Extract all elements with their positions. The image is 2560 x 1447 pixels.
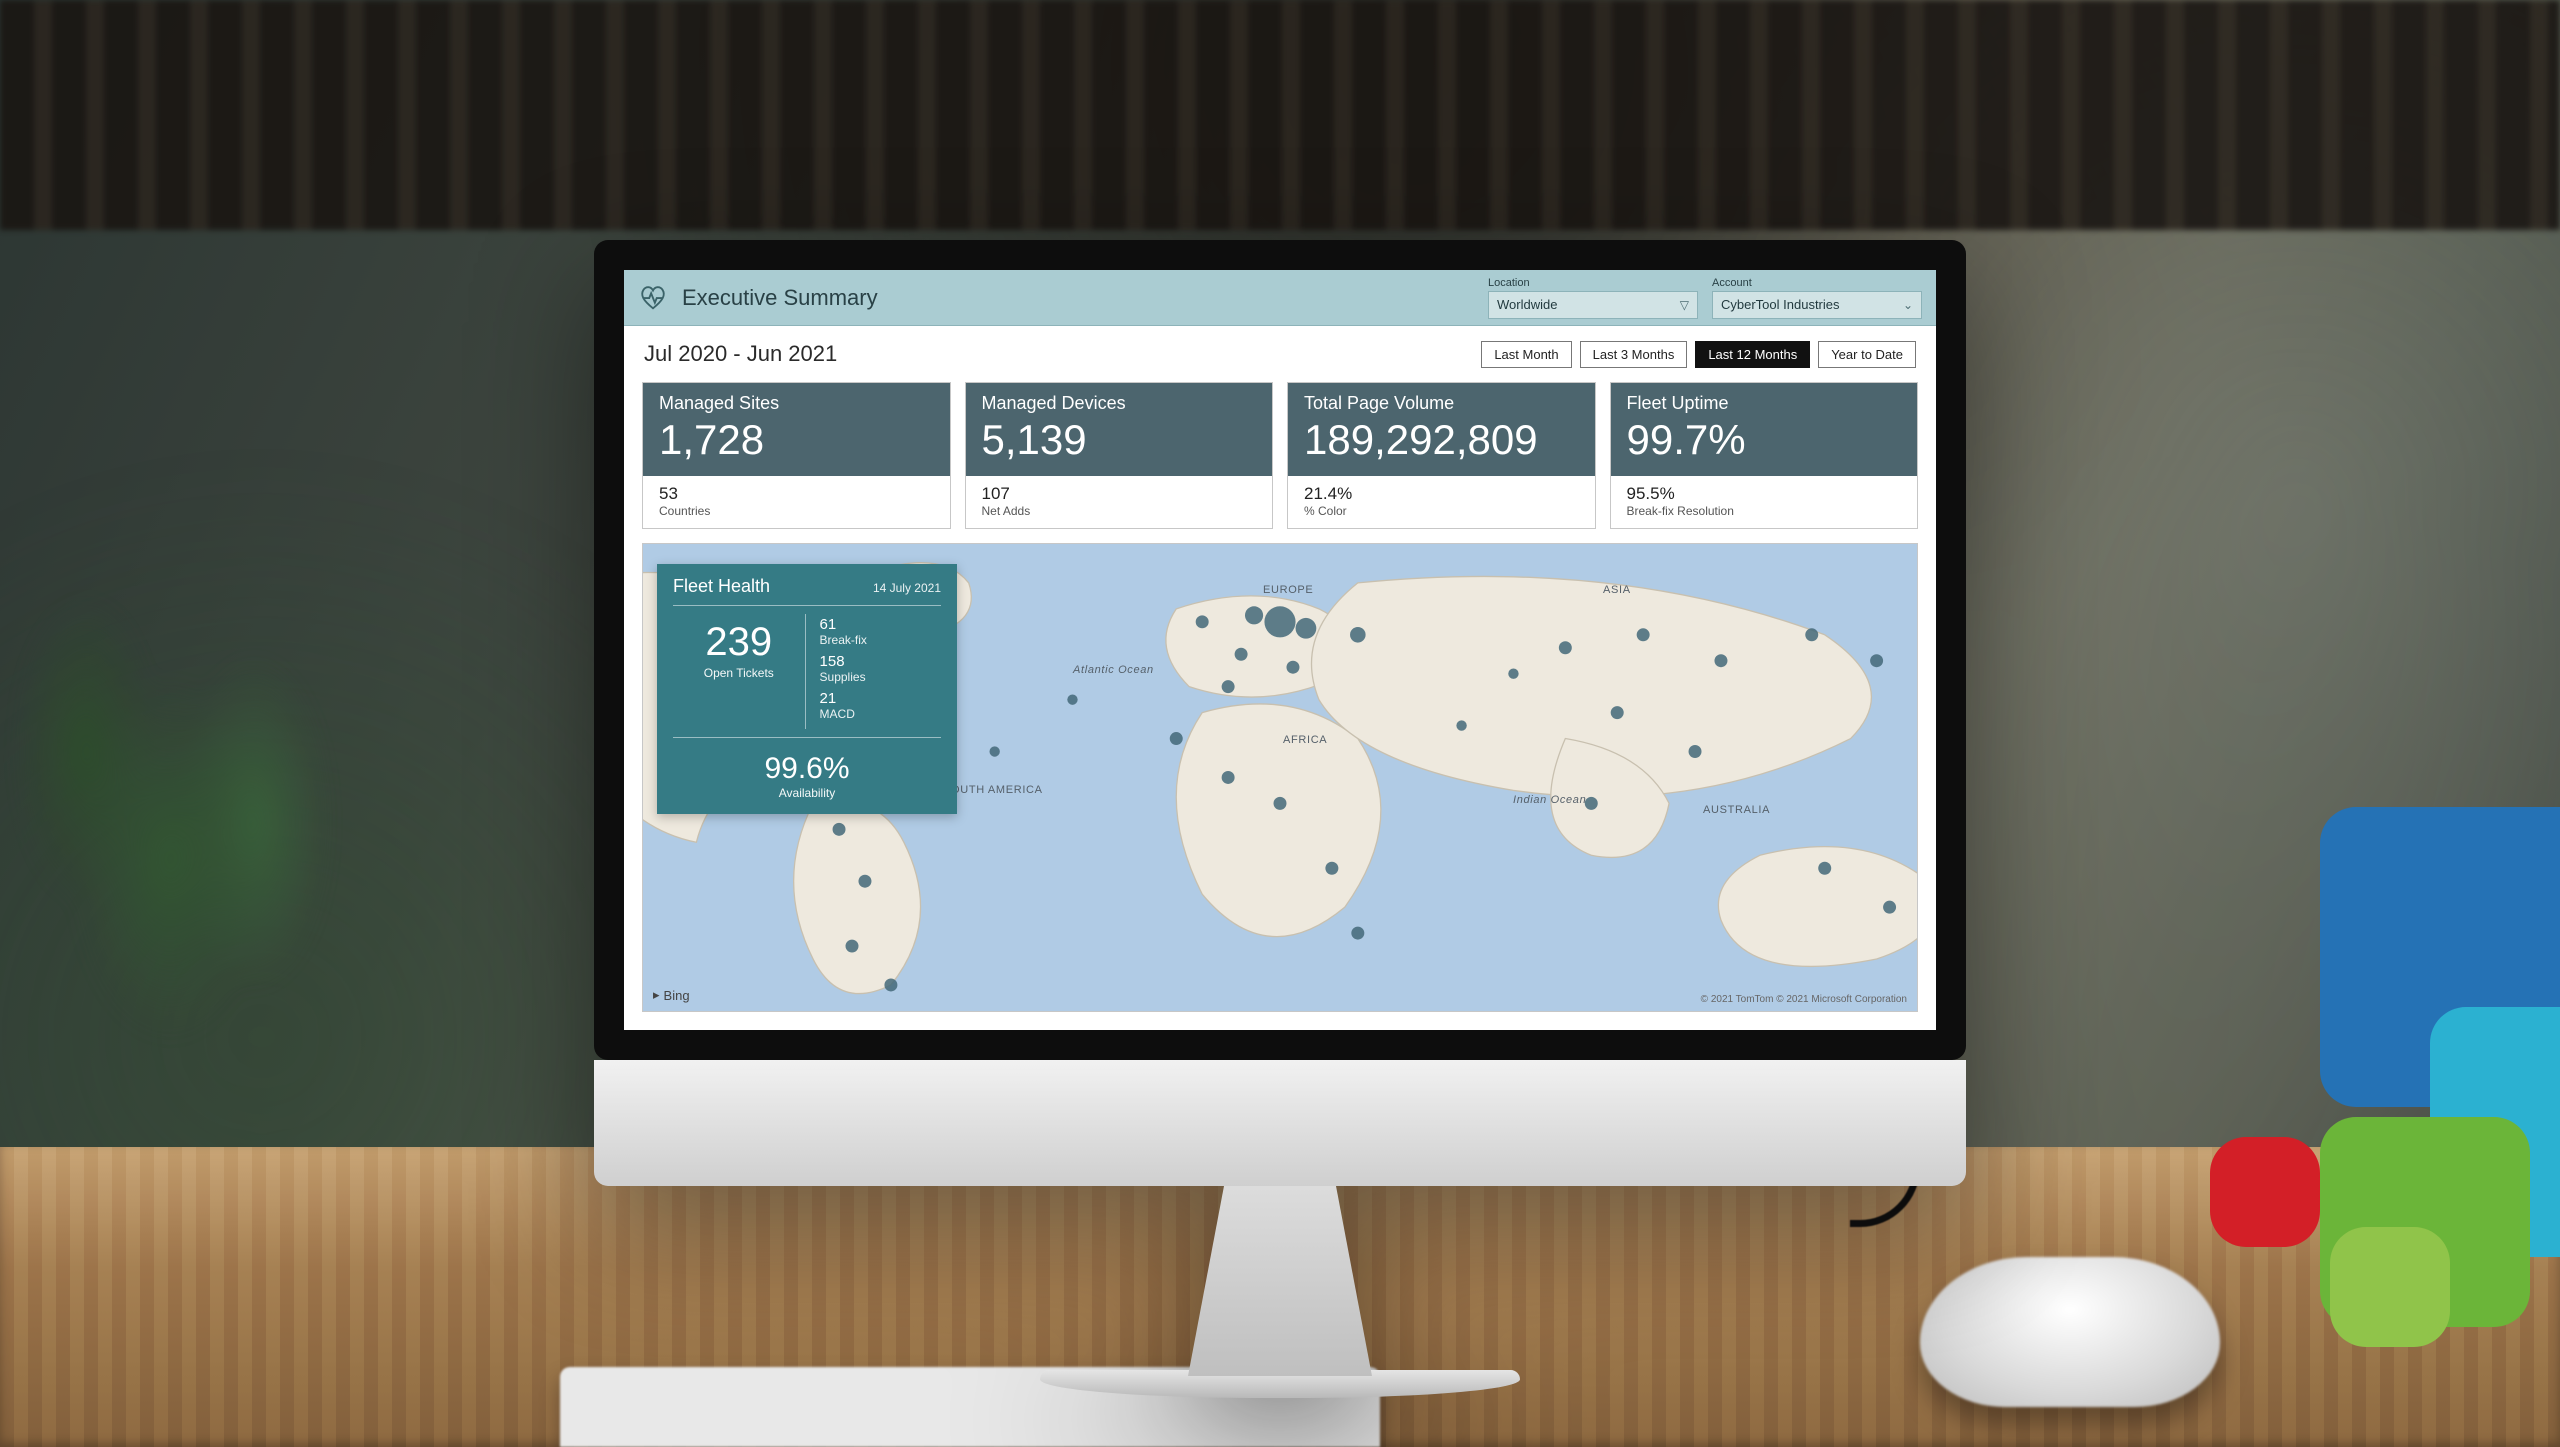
health-icon xyxy=(638,283,668,313)
kpi-sub-label: % Color xyxy=(1304,504,1579,518)
kpi-title: Managed Devices xyxy=(982,393,1257,414)
account-label: Account xyxy=(1712,277,1922,289)
range-pill-group: Last Month Last 3 Months Last 12 Months Yea… xyxy=(1481,341,1916,368)
range-pill-1[interactable]: Last 3 Months xyxy=(1580,341,1688,368)
kpi-value: 1,728 xyxy=(659,418,934,462)
kpi-card-0[interactable]: Managed Sites 1,728 53Countries xyxy=(642,382,951,529)
map-label-af: Africa xyxy=(1283,734,1327,746)
map-provider-name: Bing xyxy=(664,988,690,1003)
monitor-bezel: Executive Summary Location Worldwide ▽ A… xyxy=(594,240,1966,1060)
dashboard-screen: Executive Summary Location Worldwide ▽ A… xyxy=(624,270,1936,1030)
kpi-title: Managed Sites xyxy=(659,393,934,414)
kpi-sub-label: Countries xyxy=(659,504,934,518)
logo-square-red xyxy=(2210,1137,2320,1247)
map-copyright: © 2021 TomTom © 2021 Microsoft Corporati… xyxy=(1701,994,1907,1005)
kpi-title: Fleet Uptime xyxy=(1627,393,1902,414)
open-tickets-value: 239 xyxy=(675,622,803,662)
map-label-au: Australia xyxy=(1703,804,1770,816)
kpi-sub-label: Break-fix Resolution xyxy=(1627,504,1902,518)
fleet-health-card: Fleet Health 14 July 2021 239 Open Ticke… xyxy=(657,564,957,814)
fleet-row-2: 21MACD xyxy=(820,690,941,721)
range-pill-0[interactable]: Last Month xyxy=(1481,341,1571,368)
location-select[interactable]: Worldwide ▽ xyxy=(1488,291,1698,319)
world-map[interactable]: North America South America Europe Afric… xyxy=(642,543,1918,1012)
kpi-sub-value: 107 xyxy=(982,484,1257,504)
fleet-row-0: 61Break-fix xyxy=(820,616,941,647)
range-pill-3[interactable]: Year to Date xyxy=(1818,341,1916,368)
kpi-value: 99.7% xyxy=(1627,418,1902,462)
page-title: Executive Summary xyxy=(682,285,878,311)
fleet-breakdown: 61Break-fix 158Supplies 21MACD xyxy=(806,614,941,729)
dashboard-root: Executive Summary Location Worldwide ▽ A… xyxy=(624,270,1936,1030)
account-select[interactable]: CyberTool Industries ⌄ xyxy=(1712,291,1922,319)
plant-backdrop xyxy=(0,427,380,1147)
divider xyxy=(673,737,941,738)
map-label-atlantic: Atlantic Ocean xyxy=(1073,664,1154,676)
kpi-card-3[interactable]: Fleet Uptime 99.7% 95.5%Break-fix Resoluti… xyxy=(1610,382,1919,529)
location-value: Worldwide xyxy=(1497,297,1557,312)
map-provider-badge: ▸ Bing xyxy=(653,987,690,1003)
map-label-eu: Europe xyxy=(1263,584,1313,596)
location-label: Location xyxy=(1488,277,1698,289)
map-label-indian: Indian Ocean xyxy=(1513,794,1586,806)
availability-value: 99.6% xyxy=(673,752,941,786)
kpi-title: Total Page Volume xyxy=(1304,393,1579,414)
date-range-text: Jul 2020 - Jun 2021 xyxy=(644,341,837,367)
filter-icon: ▽ xyxy=(1680,298,1689,312)
fleet-row-1: 158Supplies xyxy=(820,653,941,684)
map-label-sa: South America xyxy=(943,784,1043,796)
availability-label: Availability xyxy=(673,786,941,800)
scene-photo-background: Executive Summary Location Worldwide ▽ A… xyxy=(0,0,2560,1447)
map-label-as: Asia xyxy=(1603,584,1631,596)
kpi-card-2[interactable]: Total Page Volume 189,292,809 21.4%% Color xyxy=(1287,382,1596,529)
fleet-health-title: Fleet Health xyxy=(673,576,770,597)
monitor-frame: Executive Summary Location Worldwide ▽ A… xyxy=(594,240,1966,1398)
divider xyxy=(673,605,941,606)
kpi-value: 189,292,809 xyxy=(1304,418,1579,462)
chevron-down-icon: ⌄ xyxy=(1903,298,1913,312)
monitor-chin xyxy=(594,1060,1966,1186)
ceiling-backdrop xyxy=(0,0,2560,230)
logo-square-lime xyxy=(2330,1227,2450,1347)
bing-icon: ▸ xyxy=(653,987,660,1003)
kpi-row: Managed Sites 1,728 53Countries Managed Dev… xyxy=(624,382,1936,529)
monitor-stand-neck xyxy=(1180,1186,1380,1376)
kpi-sub-label: Net Adds xyxy=(982,504,1257,518)
account-value: CyberTool Industries xyxy=(1721,297,1840,312)
kpi-sub-value: 21.4% xyxy=(1304,484,1579,504)
open-tickets-label: Open Tickets xyxy=(675,666,803,680)
kpi-sub-value: 53 xyxy=(659,484,934,504)
brand-logo xyxy=(2140,807,2560,1327)
range-pill-2[interactable]: Last 12 Months xyxy=(1695,341,1810,368)
fleet-health-date: 14 July 2021 xyxy=(873,581,941,595)
range-bar: Jul 2020 - Jun 2021 Last Month Last 3 Mon… xyxy=(624,326,1936,382)
kpi-sub-value: 95.5% xyxy=(1627,484,1902,504)
kpi-card-1[interactable]: Managed Devices 5,139 107Net Adds xyxy=(965,382,1274,529)
kpi-value: 5,139 xyxy=(982,418,1257,462)
header-bar: Executive Summary Location Worldwide ▽ A… xyxy=(624,270,1936,326)
